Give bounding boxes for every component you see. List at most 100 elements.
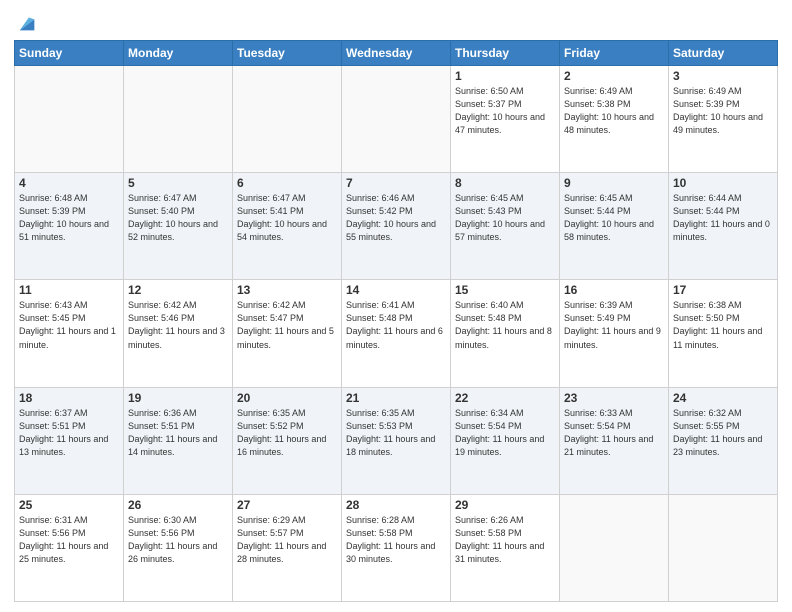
day-number: 15	[455, 283, 555, 297]
day-number: 21	[346, 391, 446, 405]
calendar-cell: 23 Sunrise: 6:33 AMSunset: 5:54 PMDayligh…	[560, 387, 669, 494]
day-number: 10	[673, 176, 773, 190]
calendar-cell: 7 Sunrise: 6:46 AMSunset: 5:42 PMDaylight…	[342, 173, 451, 280]
calendar-cell: 10 Sunrise: 6:44 AMSunset: 5:44 PMDayligh…	[669, 173, 778, 280]
day-number: 20	[237, 391, 337, 405]
calendar-cell: 22Sunrise: 6:34 AMSunset: 5:54 PMDayligh…	[451, 387, 560, 494]
calendar-table: SundayMondayTuesdayWednesdayThursdayFrid…	[14, 40, 778, 602]
calendar-cell: 20 Sunrise: 6:35 AMSunset: 5:52 PMDayligh…	[233, 387, 342, 494]
calendar-cell: 17 Sunrise: 6:38 AMSunset: 5:50 PMDayligh…	[669, 280, 778, 387]
day-info: Sunrise: 6:40 AMSunset: 5:48 PMDaylight:…	[455, 299, 555, 351]
day-number: 13	[237, 283, 337, 297]
day-number: 9	[564, 176, 664, 190]
calendar-header-wednesday: Wednesday	[342, 41, 451, 66]
day-number: 3	[673, 69, 773, 83]
day-number: 27	[237, 498, 337, 512]
calendar-cell: 28Sunrise: 6:28 AMSunset: 5:58 PMDayligh…	[342, 494, 451, 601]
day-info: Sunrise: 6:49 AMSunset: 5:38 PMDaylight:…	[564, 85, 664, 137]
day-info: Sunrise: 6:38 AMSunset: 5:50 PMDaylight:…	[673, 299, 773, 351]
day-info: Sunrise: 6:45 AMSunset: 5:44 PMDaylight:…	[564, 192, 664, 244]
calendar-week-3: 11 Sunrise: 6:43 AMSunset: 5:45 PMDayligh…	[15, 280, 778, 387]
calendar-cell: 29 Sunrise: 6:26 AMSunset: 5:58 PMDayligh…	[451, 494, 560, 601]
calendar-cell: 21 Sunrise: 6:35 AMSunset: 5:53 PMDayligh…	[342, 387, 451, 494]
day-info: Sunrise: 6:43 AMSunset: 5:45 PMDaylight:…	[19, 299, 119, 351]
logo-icon	[16, 12, 38, 34]
day-info: Sunrise: 6:35 AMSunset: 5:52 PMDaylight:…	[237, 407, 337, 459]
day-number: 11	[19, 283, 119, 297]
calendar-cell: 18Sunrise: 6:37 AMSunset: 5:51 PMDayligh…	[15, 387, 124, 494]
day-info: Sunrise: 6:44 AMSunset: 5:44 PMDaylight:…	[673, 192, 773, 244]
day-number: 12	[128, 283, 228, 297]
day-info: Sunrise: 6:46 AMSunset: 5:42 PMDaylight:…	[346, 192, 446, 244]
calendar-header-sunday: Sunday	[15, 41, 124, 66]
calendar-cell: 14 Sunrise: 6:41 AMSunset: 5:48 PMDayligh…	[342, 280, 451, 387]
calendar-cell: 1 Sunrise: 6:50 AMSunset: 5:37 PMDaylight…	[451, 66, 560, 173]
calendar-week-4: 18Sunrise: 6:37 AMSunset: 5:51 PMDayligh…	[15, 387, 778, 494]
calendar-cell	[560, 494, 669, 601]
calendar-cell: 15 Sunrise: 6:40 AMSunset: 5:48 PMDayligh…	[451, 280, 560, 387]
day-info: Sunrise: 6:45 AMSunset: 5:43 PMDaylight:…	[455, 192, 555, 244]
day-info: Sunrise: 6:42 AMSunset: 5:46 PMDaylight:…	[128, 299, 228, 351]
calendar-cell: 13 Sunrise: 6:42 AMSunset: 5:47 PMDayligh…	[233, 280, 342, 387]
day-number: 18	[19, 391, 119, 405]
day-number: 1	[455, 69, 555, 83]
day-info: Sunrise: 6:26 AMSunset: 5:58 PMDaylight:…	[455, 514, 555, 566]
day-number: 24	[673, 391, 773, 405]
day-info: Sunrise: 6:42 AMSunset: 5:47 PMDaylight:…	[237, 299, 337, 351]
day-number: 5	[128, 176, 228, 190]
calendar-cell	[669, 494, 778, 601]
day-number: 8	[455, 176, 555, 190]
calendar-week-1: 1 Sunrise: 6:50 AMSunset: 5:37 PMDaylight…	[15, 66, 778, 173]
day-number: 16	[564, 283, 664, 297]
page: SundayMondayTuesdayWednesdayThursdayFrid…	[0, 0, 792, 612]
calendar-header-monday: Monday	[124, 41, 233, 66]
day-info: Sunrise: 6:47 AMSunset: 5:41 PMDaylight:…	[237, 192, 337, 244]
day-number: 29	[455, 498, 555, 512]
day-info: Sunrise: 6:41 AMSunset: 5:48 PMDaylight:…	[346, 299, 446, 351]
calendar-header-thursday: Thursday	[451, 41, 560, 66]
day-number: 19	[128, 391, 228, 405]
day-info: Sunrise: 6:28 AMSunset: 5:58 PMDaylight:…	[346, 514, 446, 566]
calendar-header-friday: Friday	[560, 41, 669, 66]
day-number: 2	[564, 69, 664, 83]
day-number: 14	[346, 283, 446, 297]
day-number: 4	[19, 176, 119, 190]
calendar-cell: 12 Sunrise: 6:42 AMSunset: 5:46 PMDayligh…	[124, 280, 233, 387]
calendar-cell: 27Sunrise: 6:29 AMSunset: 5:57 PMDayligh…	[233, 494, 342, 601]
calendar-week-5: 25 Sunrise: 6:31 AMSunset: 5:56 PMDayligh…	[15, 494, 778, 601]
calendar-cell: 24 Sunrise: 6:32 AMSunset: 5:55 PMDayligh…	[669, 387, 778, 494]
calendar-cell: 19Sunrise: 6:36 AMSunset: 5:51 PMDayligh…	[124, 387, 233, 494]
day-number: 25	[19, 498, 119, 512]
calendar-header-row: SundayMondayTuesdayWednesdayThursdayFrid…	[15, 41, 778, 66]
calendar-cell: 26Sunrise: 6:30 AMSunset: 5:56 PMDayligh…	[124, 494, 233, 601]
calendar-cell: 6 Sunrise: 6:47 AMSunset: 5:41 PMDaylight…	[233, 173, 342, 280]
day-info: Sunrise: 6:30 AMSunset: 5:56 PMDaylight:…	[128, 514, 228, 566]
day-info: Sunrise: 6:35 AMSunset: 5:53 PMDaylight:…	[346, 407, 446, 459]
calendar-cell	[124, 66, 233, 173]
calendar-cell: 3Sunrise: 6:49 AMSunset: 5:39 PMDaylight…	[669, 66, 778, 173]
day-number: 23	[564, 391, 664, 405]
calendar-cell	[233, 66, 342, 173]
day-info: Sunrise: 6:33 AMSunset: 5:54 PMDaylight:…	[564, 407, 664, 459]
calendar-week-2: 4 Sunrise: 6:48 AMSunset: 5:39 PMDaylight…	[15, 173, 778, 280]
calendar-cell: 11 Sunrise: 6:43 AMSunset: 5:45 PMDayligh…	[15, 280, 124, 387]
calendar-cell: 25 Sunrise: 6:31 AMSunset: 5:56 PMDayligh…	[15, 494, 124, 601]
day-info: Sunrise: 6:31 AMSunset: 5:56 PMDaylight:…	[19, 514, 119, 566]
day-number: 7	[346, 176, 446, 190]
day-info: Sunrise: 6:39 AMSunset: 5:49 PMDaylight:…	[564, 299, 664, 351]
day-info: Sunrise: 6:48 AMSunset: 5:39 PMDaylight:…	[19, 192, 119, 244]
calendar-cell	[15, 66, 124, 173]
day-number: 17	[673, 283, 773, 297]
calendar-header-saturday: Saturday	[669, 41, 778, 66]
logo	[14, 14, 38, 34]
calendar-cell: 2 Sunrise: 6:49 AMSunset: 5:38 PMDaylight…	[560, 66, 669, 173]
calendar-cell: 8 Sunrise: 6:45 AMSunset: 5:43 PMDaylight…	[451, 173, 560, 280]
day-number: 22	[455, 391, 555, 405]
calendar-cell	[342, 66, 451, 173]
calendar-cell: 16 Sunrise: 6:39 AMSunset: 5:49 PMDayligh…	[560, 280, 669, 387]
calendar-header-tuesday: Tuesday	[233, 41, 342, 66]
calendar-cell: 4 Sunrise: 6:48 AMSunset: 5:39 PMDaylight…	[15, 173, 124, 280]
day-info: Sunrise: 6:32 AMSunset: 5:55 PMDaylight:…	[673, 407, 773, 459]
day-info: Sunrise: 6:50 AMSunset: 5:37 PMDaylight:…	[455, 85, 555, 137]
day-number: 6	[237, 176, 337, 190]
